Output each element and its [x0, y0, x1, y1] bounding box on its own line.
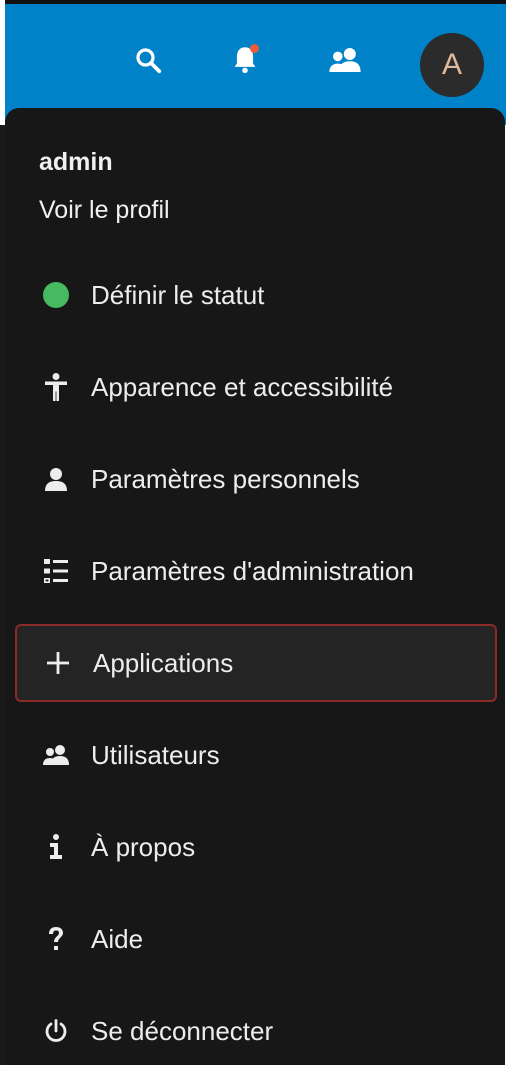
menu-item-label: Apparence et accessibilité [91, 371, 394, 402]
avatar-letter: A [441, 48, 462, 81]
menu-item-set-status[interactable]: Définir le statut [15, 256, 497, 334]
menu-item-label: Utilisateurs [91, 739, 220, 770]
menu-item-help[interactable]: Aide [15, 900, 497, 978]
menu-item-logout[interactable]: Se déconnecter [15, 992, 497, 1065]
menu-user-name: admin [39, 148, 113, 176]
accessibility-icon [41, 372, 71, 402]
info-icon [41, 832, 71, 862]
menu-item-personal-settings[interactable]: Paramètres personnels [15, 440, 497, 518]
users-icon [41, 740, 71, 770]
app-root: A admin Voir le profil Définir le statut… [0, 0, 506, 1065]
plus-icon [43, 648, 73, 678]
user-icon [41, 464, 71, 494]
menu-item-label: Définir le statut [91, 279, 265, 310]
top-header: A [5, 0, 506, 125]
search-icon[interactable] [128, 40, 168, 80]
menu-item-label: Paramètres personnels [91, 463, 360, 494]
status-dot-icon [41, 280, 71, 310]
menu-item-applications[interactable]: Applications [15, 624, 497, 702]
menu-item-label: Se déconnecter [91, 1015, 274, 1046]
menu-item-admin-settings[interactable]: Paramètres d'administration [15, 532, 497, 610]
notifications-icon[interactable] [225, 40, 265, 80]
menu-item-label: À propos [91, 831, 196, 862]
contacts-icon[interactable] [325, 40, 365, 80]
menu-item-label: Aide [91, 923, 144, 954]
view-profile-link[interactable]: Voir le profil [39, 196, 170, 225]
menu-item-label: Paramètres d'administration [91, 555, 414, 586]
power-icon [41, 1016, 71, 1046]
list-settings-icon [41, 556, 71, 586]
user-menu: admin Voir le profil Définir le statut A… [5, 108, 505, 1065]
menu-item-appearance[interactable]: Apparence et accessibilité [15, 348, 497, 426]
notification-dot [250, 44, 259, 53]
menu-item-label: Applications [93, 647, 234, 678]
menu-item-about[interactable]: À propos [15, 808, 497, 886]
help-icon [41, 924, 71, 954]
menu-item-users[interactable]: Utilisateurs [15, 716, 497, 794]
avatar[interactable]: A [420, 33, 484, 97]
